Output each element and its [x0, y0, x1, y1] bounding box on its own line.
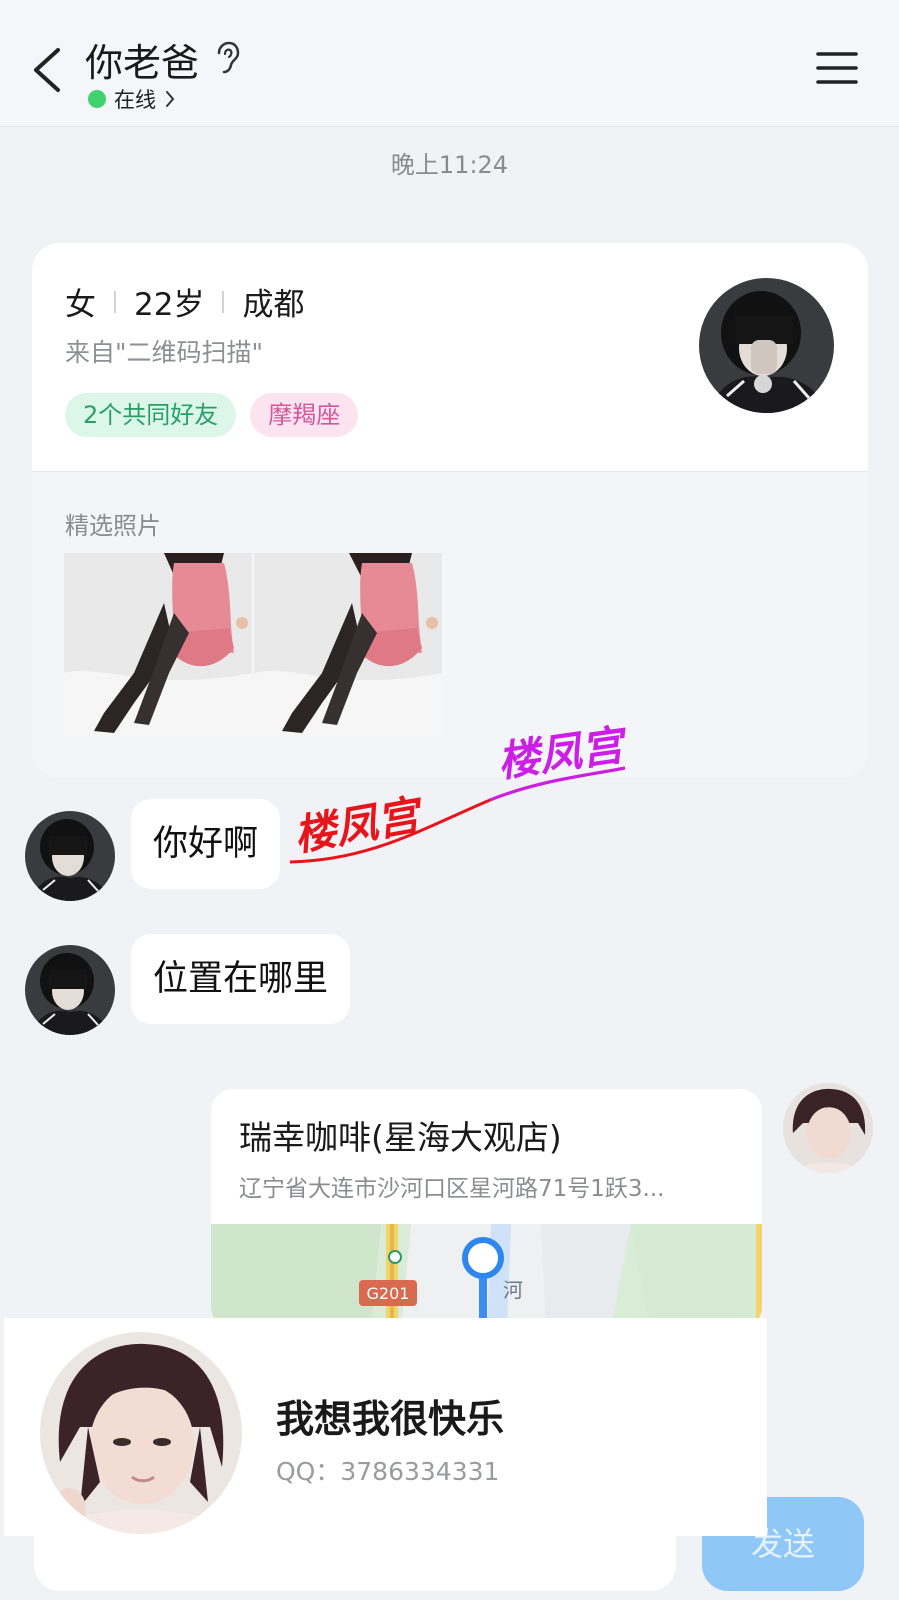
profile-age: 22岁: [134, 287, 205, 323]
contact-card-name: 我想我很快乐: [276, 1397, 505, 1441]
profile-gender: 女: [65, 287, 96, 323]
sender-avatar[interactable]: [25, 811, 115, 901]
map-text: 河: [503, 1278, 523, 1302]
road-label: G201: [367, 1284, 410, 1303]
my-avatar[interactable]: [783, 1083, 873, 1173]
location-name: 瑞幸咖啡(星海大观店): [239, 1118, 562, 1157]
ear-icon[interactable]: [213, 41, 241, 75]
chat-header: 你老爸 在线: [0, 0, 899, 127]
location-map[interactable]: G201 河: [211, 1224, 762, 1329]
menu-icon[interactable]: [815, 48, 859, 88]
location-message-card[interactable]: 瑞幸咖啡(星海大观店) 辽宁省大连市沙河口区星河路71号1跃3... G201 …: [211, 1089, 762, 1329]
profile-card[interactable]: 女 22岁 成都 来自"二维码扫描" 2个共同好友 摩羯座 精选照片: [32, 243, 868, 778]
profile-city: 成都: [242, 287, 305, 323]
contact-name-title[interactable]: 你老爸: [85, 32, 199, 87]
message-timestamp: 晚上11:24: [390, 151, 509, 179]
status-label: 在线: [114, 88, 156, 112]
location-address: 辽宁省大连市沙河口区星河路71号1跃3...: [239, 1176, 665, 1202]
sender-avatar[interactable]: [25, 945, 115, 1035]
chevron-right-icon: [166, 91, 175, 107]
online-dot-icon: [88, 90, 106, 108]
contact-card-overlay[interactable]: 我想我很快乐 QQ：3786334331: [4, 1318, 767, 1536]
profile-tags: 2个共同好友 摩羯座: [65, 393, 359, 437]
profile-avatar[interactable]: [699, 278, 834, 413]
zodiac-tag: 摩羯座: [250, 393, 359, 437]
contact-card-qq: QQ：3786334331: [276, 1457, 500, 1486]
divider: [114, 290, 116, 313]
message-bubble[interactable]: 位置在哪里: [131, 934, 351, 1024]
contact-avatar: [40, 1332, 242, 1534]
profile-basic-info: 女 22岁 成都: [65, 279, 304, 324]
mutual-friends-tag[interactable]: 2个共同好友: [65, 393, 237, 437]
profile-source: 来自"二维码扫描": [65, 338, 263, 367]
message-bubble[interactable]: 你好啊: [131, 799, 281, 889]
online-status[interactable]: 在线: [88, 84, 176, 114]
featured-photo[interactable]: [254, 553, 442, 741]
featured-photos-label: 精选照片: [65, 512, 161, 540]
back-arrow-icon[interactable]: [28, 44, 68, 96]
divider: [222, 290, 225, 313]
profile-info-section: 女 22岁 成都 来自"二维码扫描" 2个共同好友 摩羯座: [32, 243, 868, 471]
featured-photo[interactable]: [64, 553, 252, 741]
